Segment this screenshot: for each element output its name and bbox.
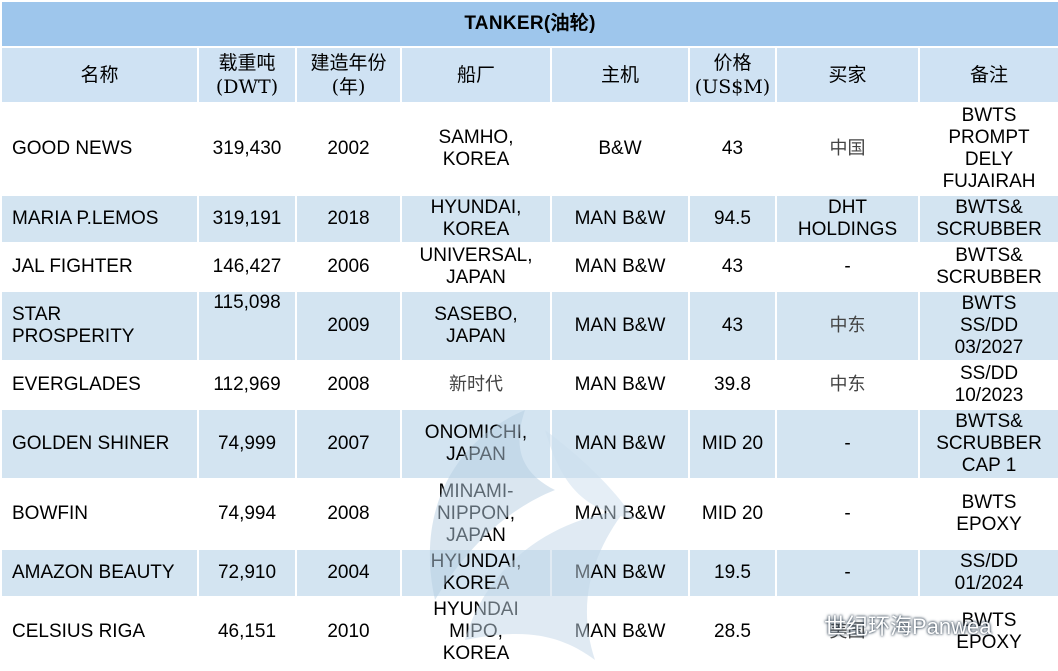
cell-engine: MAN B&W [550,194,690,244]
cell-shipyard: HYUNDAI, KOREA [400,194,552,244]
cell-price: 43 [688,290,777,362]
cell-price: 39.8 [688,360,777,410]
table-title: TANKER(油轮) [0,0,1058,48]
tanker-table: TANKER(油轮) 名称 载重吨 (DWT) 建造年份 (年) 船厂 主机 价… [0,0,1058,668]
cell-shipyard: HYUNDAI MIPO, KOREA [400,596,552,668]
cell-engine: MAN B&W [550,478,690,550]
cell-year: 2002 [295,102,402,196]
cell-dwt: 112,969 [197,360,297,410]
cell-shipyard: HYUNDAI, KOREA [400,548,552,598]
cell-engine: MAN B&W [550,596,690,668]
cell-name: GOOD NEWS [0,102,199,196]
cell-name: CELSIUS RIGA [0,596,199,668]
cell-name: GOLDEN SHINER [0,408,199,480]
wechat-watermark: 世纪环海Panwea [784,608,992,642]
cell-shipyard: ONOMICHI, JAPAN [400,408,552,480]
cell-dwt: 74,994 [197,478,297,550]
cell-buyer: DHT HOLDINGS [775,194,920,244]
cell-year: 2018 [295,194,402,244]
cell-price: MID 20 [688,408,777,480]
table-row: AMAZON BEAUTY 72,910 2004 HYUNDAI, KOREA… [0,548,1058,598]
cell-name: STAR PROSPERITY [0,290,199,362]
cell-shipyard: 新时代 [400,360,552,410]
cell-remark: BWTS& SCRUBBER [917,194,1058,244]
cell-engine: MAN B&W [550,360,690,410]
cell-year: 2006 [295,242,402,292]
cell-price: 94.5 [688,194,777,244]
cell-buyer: - [775,242,920,292]
cell-dwt: 74,999 [197,408,297,480]
cell-remark: SS/DD 01/2024 [917,548,1058,598]
cell-remark: SS/DD 10/2023 [917,360,1058,410]
cell-shipyard: UNIVERSAL, JAPAN [400,242,552,292]
cell-buyer: 中国 [775,102,920,196]
column-header-shipyard: 船厂 [400,46,552,104]
cell-dwt: 319,191 [197,194,297,244]
cell-name: MARIA P.LEMOS [0,194,199,244]
cell-dwt: 146,427 [197,242,297,292]
cell-price: 19.5 [688,548,777,598]
cell-dwt: 115,098 [197,290,297,362]
table-row: MARIA P.LEMOS 319,191 2018 HYUNDAI, KORE… [0,194,1058,244]
cell-engine: B&W [550,102,690,196]
cell-buyer: - [775,548,920,598]
cell-shipyard: SAMHO, KOREA [400,102,552,196]
cell-year: 2008 [295,478,402,550]
cell-remark: BWTS& SCRUBBER CAP 1 [917,408,1058,480]
cell-year: 2007 [295,408,402,480]
cell-buyer: 中东 [775,290,920,362]
cell-engine: MAN B&W [550,408,690,480]
table-row: EVERGLADES 112,969 2008 新时代 MAN B&W 39.8… [0,360,1058,410]
table-row: GOLDEN SHINER 74,999 2007 ONOMICHI, JAPA… [0,408,1058,480]
cell-dwt: 46,151 [197,596,297,668]
cell-year: 2008 [295,360,402,410]
cell-remark: BWTS PROMPT DELY FUJAIRAH [917,102,1058,196]
column-header-name: 名称 [0,46,199,104]
cell-shipyard: SASEBO, JAPAN [400,290,552,362]
column-header-year: 建造年份 (年) [295,46,402,104]
cell-buyer: 中东 [775,360,920,410]
cell-dwt: 72,910 [197,548,297,598]
table-row: STAR PROSPERITY 115,098 2009 SASEBO, JAP… [0,290,1058,362]
cell-year: 2004 [295,548,402,598]
cell-engine: MAN B&W [550,290,690,362]
cell-remark: BWTS& SCRUBBER [917,242,1058,292]
cell-buyer: - [775,478,920,550]
cell-price: 28.5 [688,596,777,668]
wechat-account-name: 世纪环海Panwea [824,614,992,639]
table-row: BOWFIN 74,994 2008 MINAMI- NIPPON, JAPAN… [0,478,1058,550]
cell-price: 43 [688,242,777,292]
cell-remark: BWTS SS/DD 03/2027 [917,290,1058,362]
cell-buyer: - [775,408,920,480]
cell-engine: MAN B&W [550,242,690,292]
cell-engine: MAN B&W [550,548,690,598]
cell-name: BOWFIN [0,478,199,550]
table-row: JAL FIGHTER 146,427 2006 UNIVERSAL, JAPA… [0,242,1058,292]
cell-price: MID 20 [688,478,777,550]
column-header-price: 价格 (US$M) [688,46,777,104]
cell-year: 2010 [295,596,402,668]
cell-name: AMAZON BEAUTY [0,548,199,598]
wechat-icon [784,611,818,639]
cell-name: JAL FIGHTER [0,242,199,292]
column-header-remark: 备注 [917,46,1058,104]
column-header-dwt: 载重吨 (DWT) [197,46,297,104]
column-header-engine: 主机 [550,46,690,104]
cell-shipyard: MINAMI- NIPPON, JAPAN [400,478,552,550]
table-row: GOOD NEWS 319,430 2002 SAMHO, KOREA B&W … [0,102,1058,196]
cell-dwt: 319,430 [197,102,297,196]
cell-year: 2009 [295,290,402,362]
cell-price: 43 [688,102,777,196]
cell-remark: BWTS EPOXY [917,478,1058,550]
cell-name: EVERGLADES [0,360,199,410]
column-header-buyer: 买家 [775,46,920,104]
